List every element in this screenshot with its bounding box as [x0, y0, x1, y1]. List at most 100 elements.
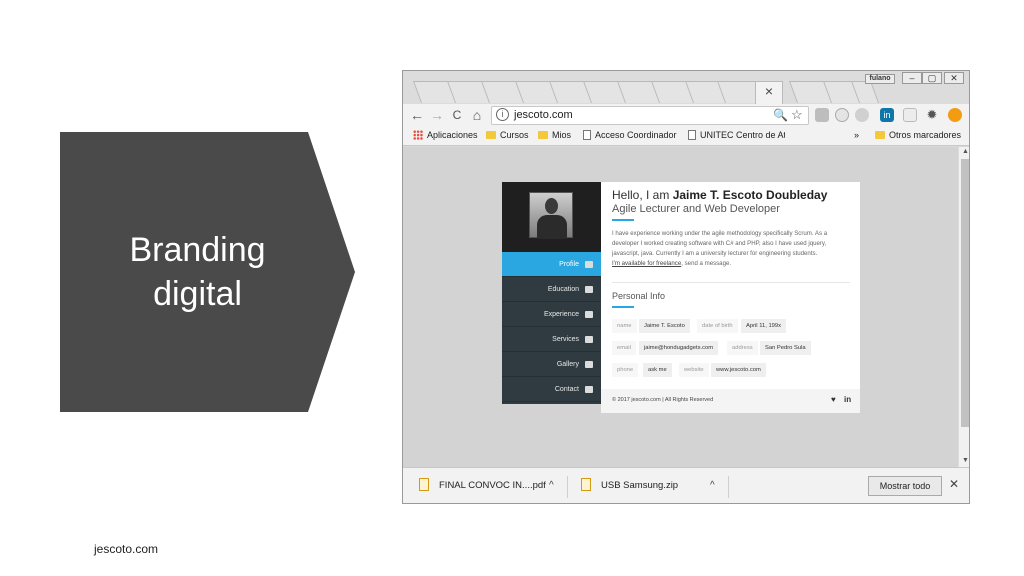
bookmark-cursos[interactable]: Cursos — [486, 130, 529, 140]
personal-info-title: Personal Info — [612, 291, 666, 301]
info-label-address: address — [727, 341, 758, 355]
bookmarks-bar: Aplicaciones Cursos Mios Acceso Coordina… — [403, 126, 969, 146]
info-value-dob: April 11, 199x — [741, 319, 787, 333]
info-label-website: website — [679, 363, 709, 377]
bookmark-mios[interactable]: Mios — [538, 130, 571, 140]
page-viewport: Profile Education Experience Services Ga… — [403, 147, 958, 467]
slide: Branding digital jescoto.com × fulano – … — [0, 0, 1024, 576]
info-value-email: jaime@hondugadgets.com — [639, 341, 719, 355]
show-all-downloads-button[interactable]: Mostrar todo — [868, 476, 942, 496]
download-separator — [728, 476, 729, 498]
tab-close-icon[interactable]: × — [761, 83, 777, 99]
accent-divider — [612, 219, 634, 221]
download-item-pdf[interactable]: FINAL CONVOC IN....pdf — [419, 476, 546, 500]
window-user-badge[interactable]: fulano — [865, 74, 895, 84]
bookmarks-more-chevron-icon[interactable]: » — [854, 130, 859, 140]
folder-icon — [538, 131, 548, 139]
update-menu-icon[interactable] — [948, 108, 962, 122]
bookmark-star-icon[interactable]: ☆ — [791, 107, 803, 123]
slide-title-line1: Branding — [129, 231, 266, 269]
download-separator — [567, 476, 568, 498]
vertical-scrollbar[interactable]: ▲ ▼ — [958, 147, 969, 467]
book-icon — [585, 286, 593, 293]
site-greeting: Hello, I am Jaime T. Escoto Doubleday — [612, 188, 828, 202]
accent-divider — [612, 306, 634, 308]
info-label-name: name — [612, 319, 637, 333]
page-icon — [583, 130, 591, 140]
download-bar: FINAL CONVOC IN....pdf ^ USB Samsung.zip… — [403, 467, 969, 503]
close-download-bar-icon[interactable]: ✕ — [949, 477, 959, 491]
download-options-chevron-icon[interactable]: ^ — [710, 480, 715, 491]
bookmark-unitec[interactable]: UNITEC Centro de At — [688, 130, 785, 140]
url-text[interactable]: jescoto.com — [514, 109, 573, 121]
folder-icon — [875, 131, 885, 139]
linkedin-extension-icon[interactable]: in — [880, 108, 894, 122]
list-icon — [585, 336, 593, 343]
browser-toolbar: ← → C ⌂ i jescoto.com 🔍 ☆ in ✹ — [403, 104, 969, 126]
site-sidebar: Profile Education Experience Services Ga… — [502, 182, 601, 404]
site-owner-name: Jaime T. Escoto Doubleday — [672, 188, 828, 202]
envelope-icon — [585, 386, 593, 393]
site-subtitle: Agile Lecturer and Web Developer — [612, 203, 780, 215]
user-icon — [585, 261, 593, 268]
profile-photo — [529, 192, 573, 239]
zoom-icon[interactable]: 🔍 — [773, 108, 788, 122]
profile-photo-area — [502, 182, 601, 252]
scroll-thumb[interactable] — [961, 159, 969, 427]
site-copyright: © 2017 jescoto.com | All Rights Reserved — [612, 397, 714, 403]
scroll-down-icon[interactable]: ▼ — [961, 457, 969, 464]
freelance-link[interactable]: I'm available for freelance — [612, 260, 681, 267]
smiley-extension-icon[interactable] — [855, 108, 869, 122]
tab-strip: × fulano – ▢ ✕ — [403, 71, 969, 104]
site-menu-contact[interactable]: Contact — [502, 377, 601, 402]
image-icon — [585, 361, 593, 368]
scroll-up-icon[interactable]: ▲ — [961, 148, 969, 155]
site-footer: © 2017 jescoto.com | All Rights Reserved… — [601, 389, 860, 413]
apps-grid-icon — [413, 130, 423, 140]
slide-title: Branding digital — [60, 228, 335, 316]
slide-footer: jescoto.com — [94, 542, 159, 556]
site-menu-education[interactable]: Education — [502, 277, 601, 302]
linkedin-icon[interactable]: in — [844, 395, 851, 404]
cloud-extension-icon[interactable] — [815, 108, 829, 122]
page-icon — [688, 130, 696, 140]
info-value-address: San Pedro Sula — [760, 341, 811, 355]
info-label-dob: date of birth — [697, 319, 738, 333]
twitter-icon[interactable]: ♥ — [831, 395, 836, 404]
site-bio: I have experience working under the agil… — [612, 230, 828, 267]
address-bar[interactable]: i jescoto.com 🔍 ☆ — [491, 106, 809, 125]
reload-icon[interactable]: C — [449, 107, 465, 123]
site-menu-services[interactable]: Services — [502, 327, 601, 352]
circle-extension-icon[interactable] — [835, 108, 849, 122]
info-value-phone: ask me — [643, 363, 672, 377]
folder-icon — [486, 131, 496, 139]
bookmark-acceso[interactable]: Acceso Coordinador — [583, 130, 679, 140]
site-main-panel: Hello, I am Jaime T. Escoto Doubleday Ag… — [601, 182, 860, 413]
download-options-chevron-icon[interactable]: ^ — [549, 480, 554, 491]
zip-file-icon — [581, 478, 591, 491]
forward-arrow-icon[interactable]: → — [429, 107, 445, 123]
minimize-button[interactable]: – — [902, 72, 922, 84]
info-label-email: email — [612, 341, 636, 355]
browser-window: × fulano – ▢ ✕ ← → C ⌂ i jescoto.com 🔍 ☆… — [402, 70, 970, 504]
close-window-button[interactable]: ✕ — [944, 72, 964, 84]
home-icon[interactable]: ⌂ — [469, 107, 485, 123]
slide-title-line2: digital — [153, 275, 242, 313]
pdf-file-icon — [419, 478, 429, 491]
section-divider — [612, 282, 850, 283]
gear-icon[interactable]: ✹ — [925, 108, 939, 122]
flag-extension-icon[interactable] — [903, 108, 917, 122]
site-menu-gallery[interactable]: Gallery — [502, 352, 601, 377]
bookmark-apps[interactable]: Aplicaciones — [413, 130, 478, 140]
back-arrow-icon[interactable]: ← — [409, 107, 425, 123]
bookmark-other[interactable]: Otros marcadores — [875, 130, 961, 140]
info-value-name: Jaime T. Escoto — [639, 319, 690, 333]
maximize-button[interactable]: ▢ — [922, 72, 942, 84]
download-item-zip[interactable]: USB Samsung.zip — [581, 476, 678, 500]
site-menu-experience[interactable]: Experience — [502, 302, 601, 327]
site-info-icon[interactable]: i — [496, 108, 509, 121]
briefcase-icon — [585, 311, 593, 318]
info-label-phone: phone — [612, 363, 639, 377]
info-value-website[interactable]: www.jescoto.com — [711, 363, 766, 377]
site-menu-profile[interactable]: Profile — [502, 252, 601, 277]
